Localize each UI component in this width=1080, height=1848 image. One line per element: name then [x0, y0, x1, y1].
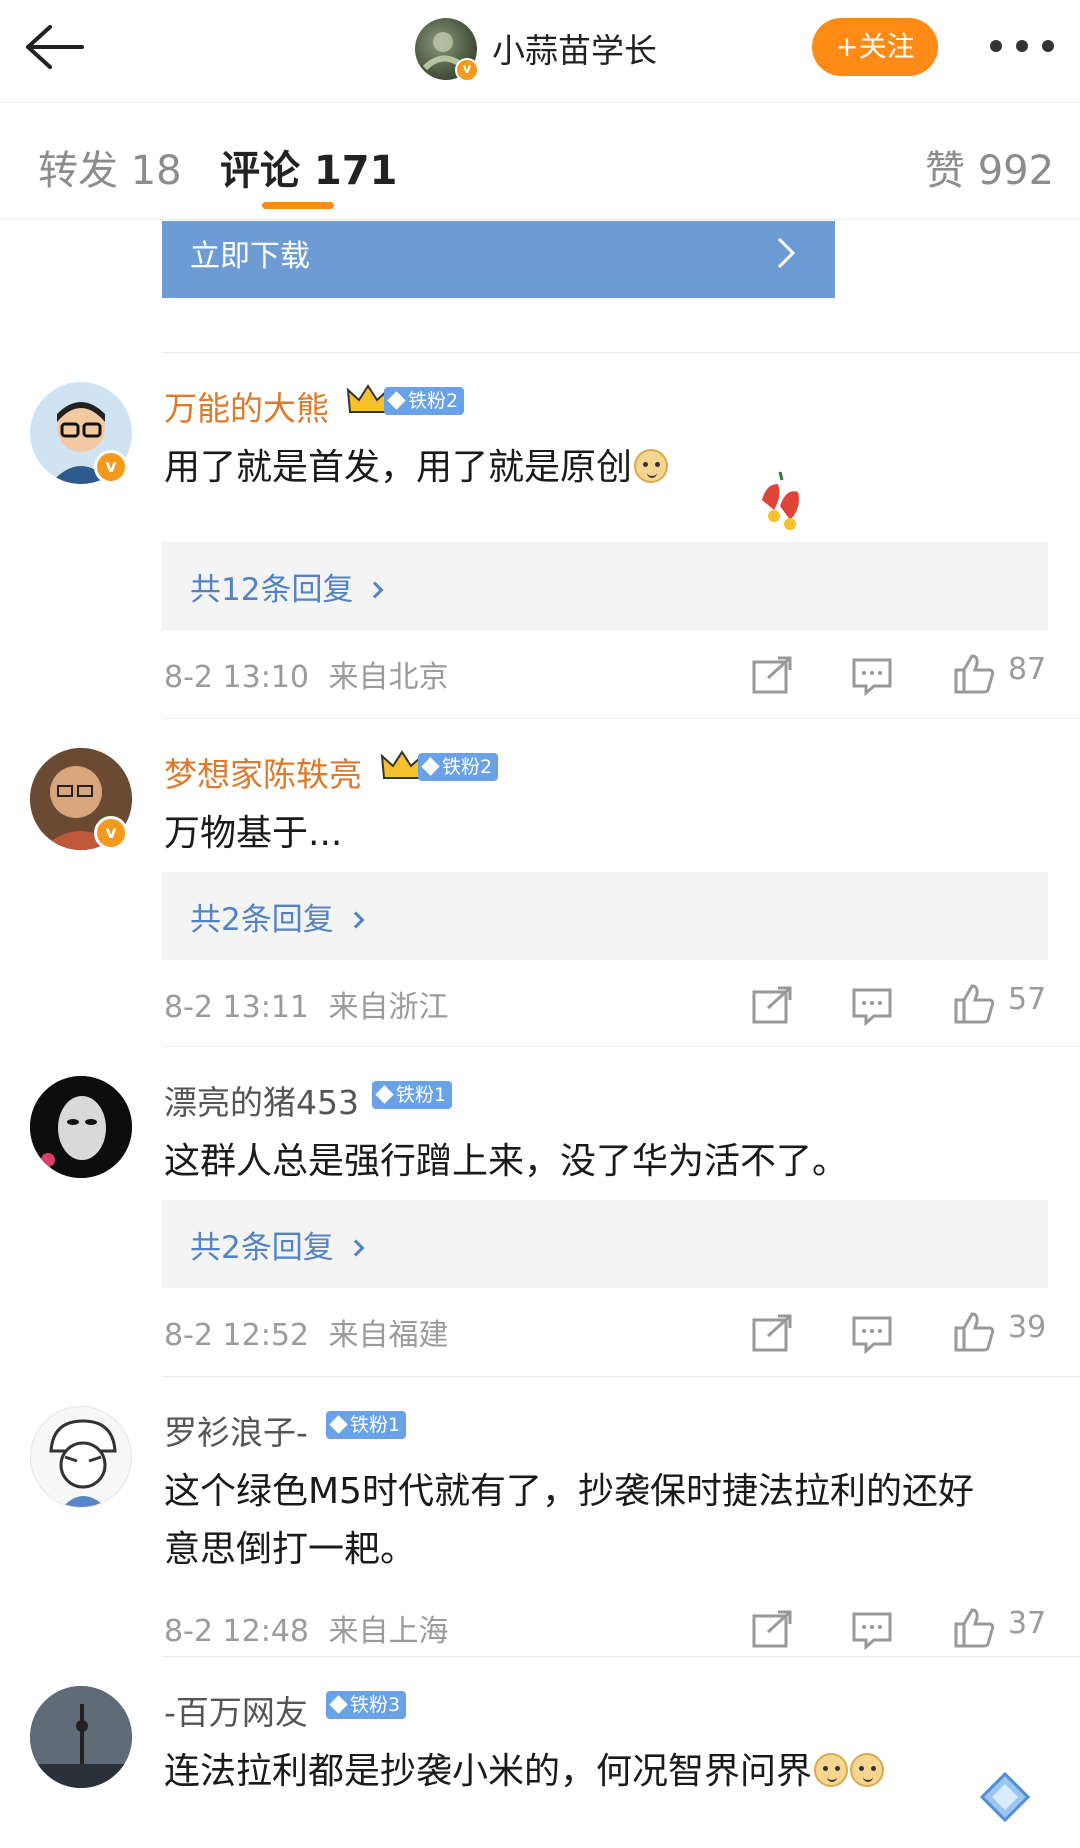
chevron-right-icon	[347, 911, 365, 929]
commenter-name[interactable]: 漂亮的猪453	[164, 1076, 359, 1124]
verified-badge-icon: v	[94, 816, 128, 850]
comment-text: 这群人总是强行蹭上来，没了华为活不了。	[164, 1141, 849, 1182]
comment-meta: 8-2 12:52 来自福建	[164, 1310, 449, 1354]
back-arrow-icon[interactable]	[20, 22, 90, 72]
comment-meta: 8-2 13:11 来自浙江	[164, 982, 449, 1026]
top-bar: v 小蒜苗学长 +关注	[0, 0, 1080, 103]
fan-badge: 铁粉2	[418, 753, 499, 781]
reply-count: 共2条回复	[190, 1222, 365, 1267]
follow-button[interactable]: +关注	[812, 18, 938, 76]
divider	[162, 352, 1080, 353]
share-icon[interactable]	[750, 1610, 794, 1650]
comment-location: 来自浙江	[328, 990, 449, 1025]
chevron-right-icon	[366, 581, 384, 599]
comment-location: 来自北京	[328, 660, 449, 695]
commenter-name[interactable]: 罗衫浪子-	[164, 1406, 308, 1454]
comment-text-line-1: 这个绿色M5时代就有了，抄袭保时捷法拉利的还好	[164, 1471, 974, 1512]
comment-icon[interactable]	[850, 1314, 894, 1354]
like-icon[interactable]	[952, 984, 996, 1024]
like-icon[interactable]	[952, 1608, 996, 1648]
reply-count-label: 共2条回复	[190, 1230, 334, 1266]
like-icon[interactable]	[952, 1312, 996, 1352]
verified-badge-icon: v	[94, 450, 128, 484]
diamond-icon	[387, 391, 406, 410]
comment-icon[interactable]	[850, 1610, 894, 1650]
divider	[162, 1376, 1080, 1377]
active-tab-indicator	[262, 202, 334, 209]
fan-badge: 铁粉1	[372, 1081, 453, 1109]
divider	[162, 718, 1080, 719]
divider	[162, 1656, 1080, 1657]
comment-location: 来自上海	[328, 1614, 449, 1649]
tab-reposts[interactable]: 转发 18	[38, 138, 182, 196]
diamond-icon	[375, 1085, 394, 1104]
comment-icon[interactable]	[850, 986, 894, 1026]
tab-comments[interactable]: 评论 171	[220, 138, 397, 196]
comment-text-content: 用了就是首发，用了就是原创	[164, 447, 633, 488]
gem-decoration-icon	[979, 1771, 1031, 1823]
reply-thread[interactable]: 共12条回复	[162, 542, 1048, 630]
verified-badge-icon: v	[455, 58, 479, 82]
diamond-icon	[329, 1695, 348, 1714]
like-count: 39	[1008, 1310, 1047, 1345]
divider	[162, 1046, 1080, 1047]
commenter-avatar[interactable]	[30, 1076, 132, 1178]
doge-emoji-icon	[634, 449, 669, 483]
comment-time: 8-2 13:11	[164, 990, 309, 1025]
commenter-name[interactable]: 万能的大熊	[164, 382, 329, 430]
comment-text: 用了就是首发，用了就是原创	[164, 440, 669, 496]
share-icon[interactable]	[750, 1314, 794, 1354]
reply-count-label: 共2条回复	[190, 902, 334, 938]
reply-count-label: 共12条回复	[190, 572, 354, 608]
chevron-right-icon	[777, 237, 796, 269]
download-banner[interactable]: 立即下载	[162, 221, 835, 298]
comment-time: 8-2 12:52	[164, 1318, 309, 1353]
reply-thread[interactable]: 共2条回复	[162, 872, 1048, 960]
download-label: 立即下载	[190, 239, 310, 274]
fan-badge: 铁粉3	[326, 1691, 407, 1719]
comment-text: 万物基于...	[164, 813, 343, 854]
like-icon[interactable]	[952, 654, 996, 694]
share-icon[interactable]	[750, 986, 794, 1026]
diamond-icon	[421, 757, 440, 776]
comment-time: 8-2 13:10	[164, 660, 309, 695]
comment-text-content: 连法拉利都是抄袭小米的，何况智界问界	[164, 1751, 813, 1792]
fan-badge-label: 铁粉3	[350, 1694, 401, 1716]
like-count: 37	[1008, 1606, 1047, 1641]
fan-badge: 铁粉2	[384, 387, 465, 415]
fan-badge-label: 铁粉2	[408, 390, 459, 412]
reply-count: 共2条回复	[190, 894, 365, 939]
like-count: 57	[1008, 982, 1047, 1017]
doge-emoji-icon	[814, 1753, 849, 1787]
fan-badge-label: 铁粉1	[396, 1084, 447, 1106]
comment-meta: 8-2 13:10 来自北京	[164, 652, 449, 696]
tab-bar: 转发 18 评论 171 赞 992	[0, 104, 1080, 220]
doge-emoji-icon	[850, 1753, 885, 1787]
tab-likes[interactable]: 赞 992	[925, 138, 1054, 196]
comment-location: 来自福建	[328, 1318, 449, 1353]
diamond-icon	[329, 1415, 348, 1434]
commenter-name[interactable]: 梦想家陈轶亮	[164, 748, 362, 796]
share-icon[interactable]	[750, 656, 794, 696]
fan-badge-label: 铁粉1	[350, 1414, 401, 1436]
author-name[interactable]: 小蒜苗学长	[492, 24, 657, 72]
commenter-avatar[interactable]	[30, 1406, 132, 1508]
reply-count: 共12条回复	[190, 564, 384, 609]
fan-badge-label: 铁粉2	[442, 756, 493, 778]
comment-icon[interactable]	[850, 656, 894, 696]
fan-badge: 铁粉1	[326, 1411, 407, 1439]
comment-text-line-2: 意思倒打一耙。	[164, 1529, 417, 1570]
like-count: 87	[1008, 652, 1047, 687]
comment-text: 连法拉利都是抄袭小米的，何况智界问界	[164, 1744, 885, 1800]
comment-meta: 8-2 12:48 来自上海	[164, 1606, 449, 1650]
comment-time: 8-2 12:48	[164, 1614, 309, 1649]
more-dots-icon[interactable]	[988, 30, 1058, 60]
reply-thread[interactable]: 共2条回复	[162, 1200, 1048, 1288]
bell-decoration-icon	[762, 471, 799, 530]
chevron-right-icon	[347, 1239, 365, 1257]
commenter-name[interactable]: -百万网友	[164, 1686, 308, 1734]
commenter-avatar[interactable]	[30, 1686, 132, 1788]
